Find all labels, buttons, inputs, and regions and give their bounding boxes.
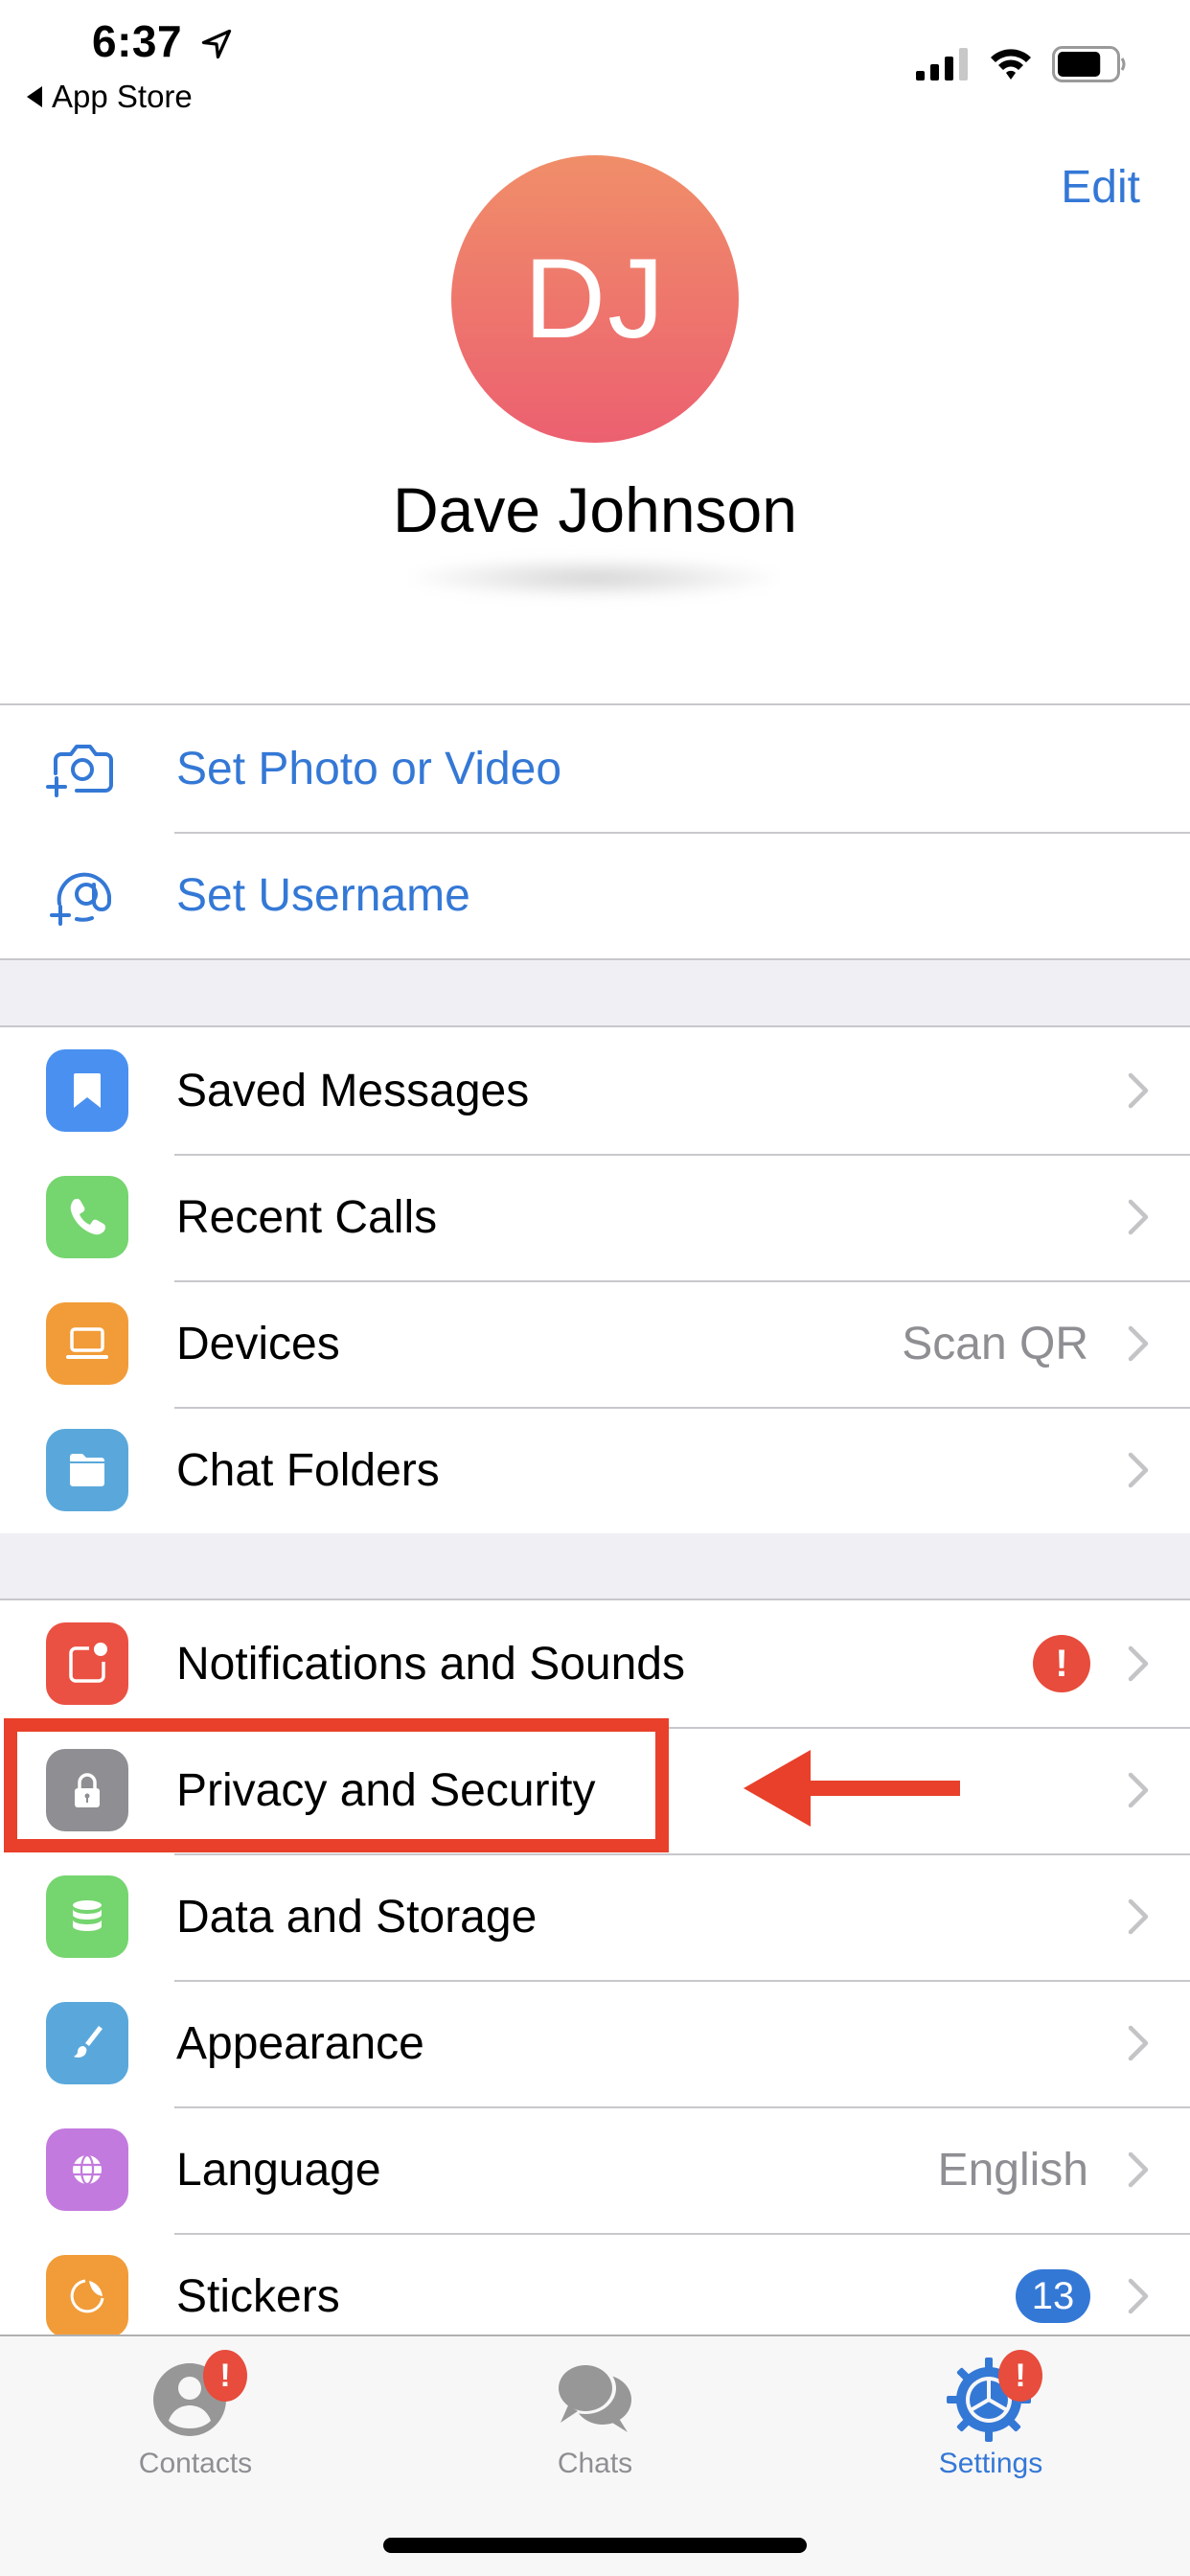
set-username-label: Set Username: [176, 869, 470, 921]
chevron-right-icon: [1128, 2025, 1149, 2061]
settings-group-1: Saved Messages Recent Calls Devices Scan…: [0, 1025, 1190, 1535]
language-label: Language: [176, 2144, 381, 2196]
status-time: 6:37: [92, 16, 183, 66]
section-gap: [0, 1533, 1190, 1600]
bookmark-icon: [46, 1049, 128, 1132]
blurred-phone-number: [412, 558, 776, 598]
settings-group-2: Notifications and Sounds ! Privacy and S…: [0, 1598, 1190, 2359]
chevron-right-icon: [1128, 1772, 1149, 1808]
home-indicator[interactable]: [383, 2538, 807, 2553]
chevron-right-icon: [1128, 1072, 1149, 1109]
recent-calls-label: Recent Calls: [176, 1191, 438, 1243]
section-gap: [0, 960, 1190, 1027]
sticker-icon: [46, 2255, 128, 2337]
edit-button[interactable]: Edit: [1061, 161, 1140, 214]
privacy-security-row[interactable]: Privacy and Security: [0, 1727, 1190, 1853]
battery-icon: [1052, 46, 1126, 82]
folder-icon: [46, 1429, 128, 1511]
tab-contacts-label: Contacts: [138, 2448, 253, 2479]
brush-icon: [46, 2002, 128, 2084]
language-value: English: [937, 2144, 1088, 2196]
devices-label: Devices: [176, 1318, 340, 1369]
stickers-label: Stickers: [176, 2270, 340, 2322]
cellular-signal-icon: [916, 48, 968, 80]
camera-add-icon: [46, 745, 113, 797]
saved-messages-row[interactable]: Saved Messages: [0, 1027, 1190, 1154]
chat-folders-label: Chat Folders: [176, 1444, 440, 1496]
contacts-icon: !: [148, 2350, 247, 2442]
contacts-badge: !: [203, 2350, 247, 2402]
location-arrow-icon: [201, 29, 232, 59]
wifi-icon: [991, 49, 1031, 80]
notification-icon: [46, 1622, 128, 1705]
alert-badge: !: [1033, 1635, 1090, 1692]
chevron-right-icon: [1128, 1325, 1149, 1362]
status-bar: 6:37 App Store: [0, 0, 1190, 125]
at-add-icon: [50, 872, 111, 926]
stickers-count-badge: 13: [1016, 2269, 1090, 2323]
chevron-right-icon: [1128, 2278, 1149, 2314]
appearance-row[interactable]: Appearance: [0, 1980, 1190, 2106]
notifications-label: Notifications and Sounds: [176, 1638, 685, 1690]
set-photo-label: Set Photo or Video: [176, 743, 562, 794]
settings-badge: !: [998, 2350, 1042, 2402]
tab-chats-label: Chats: [557, 2448, 633, 2479]
chevron-right-icon: [1128, 1199, 1149, 1235]
set-username-row[interactable]: Set Username: [0, 832, 1190, 958]
saved-messages-label: Saved Messages: [176, 1065, 530, 1116]
data-storage-row[interactable]: Data and Storage: [0, 1853, 1190, 1980]
devices-scan-qr[interactable]: Scan QR: [902, 1318, 1088, 1370]
avatar[interactable]: DJ: [451, 155, 739, 443]
language-row[interactable]: Language English: [0, 2106, 1190, 2233]
profile-name: Dave Johnson: [393, 474, 797, 545]
avatar-initials: DJ: [523, 236, 667, 362]
settings-gear-icon: !: [943, 2350, 1042, 2442]
devices-row[interactable]: Devices Scan QR: [0, 1280, 1190, 1407]
lock-icon: [46, 1749, 128, 1831]
appearance-label: Appearance: [176, 2017, 424, 2069]
chat-folders-row[interactable]: Chat Folders: [0, 1407, 1190, 1533]
tab-settings[interactable]: ! Settings: [895, 2350, 1087, 2480]
privacy-security-label: Privacy and Security: [176, 1764, 596, 1816]
chevron-right-icon: [1128, 1452, 1149, 1488]
database-icon: [46, 1875, 128, 1958]
recent-calls-row[interactable]: Recent Calls: [0, 1154, 1190, 1280]
tab-chats[interactable]: Chats: [499, 2350, 691, 2480]
notifications-row[interactable]: Notifications and Sounds !: [0, 1600, 1190, 1727]
data-storage-label: Data and Storage: [176, 1891, 538, 1943]
tab-settings-label: Settings: [938, 2448, 1043, 2479]
set-photo-row[interactable]: Set Photo or Video: [0, 705, 1190, 832]
chevron-right-icon: [1128, 1898, 1149, 1935]
chevron-right-icon: [1128, 2151, 1149, 2188]
globe-icon: [46, 2128, 128, 2211]
back-to-app-store[interactable]: App Store: [27, 79, 193, 115]
profile-actions-group: Set Photo or Video Set Username: [0, 703, 1190, 960]
laptop-icon: [46, 1302, 128, 1385]
tab-contacts[interactable]: ! Contacts: [100, 2350, 291, 2480]
chats-icon: [547, 2350, 643, 2442]
back-app-label: App Store: [52, 79, 193, 114]
phone-icon: [46, 1176, 128, 1258]
back-triangle-icon: [27, 86, 42, 107]
chevron-right-icon: [1128, 1645, 1149, 1682]
